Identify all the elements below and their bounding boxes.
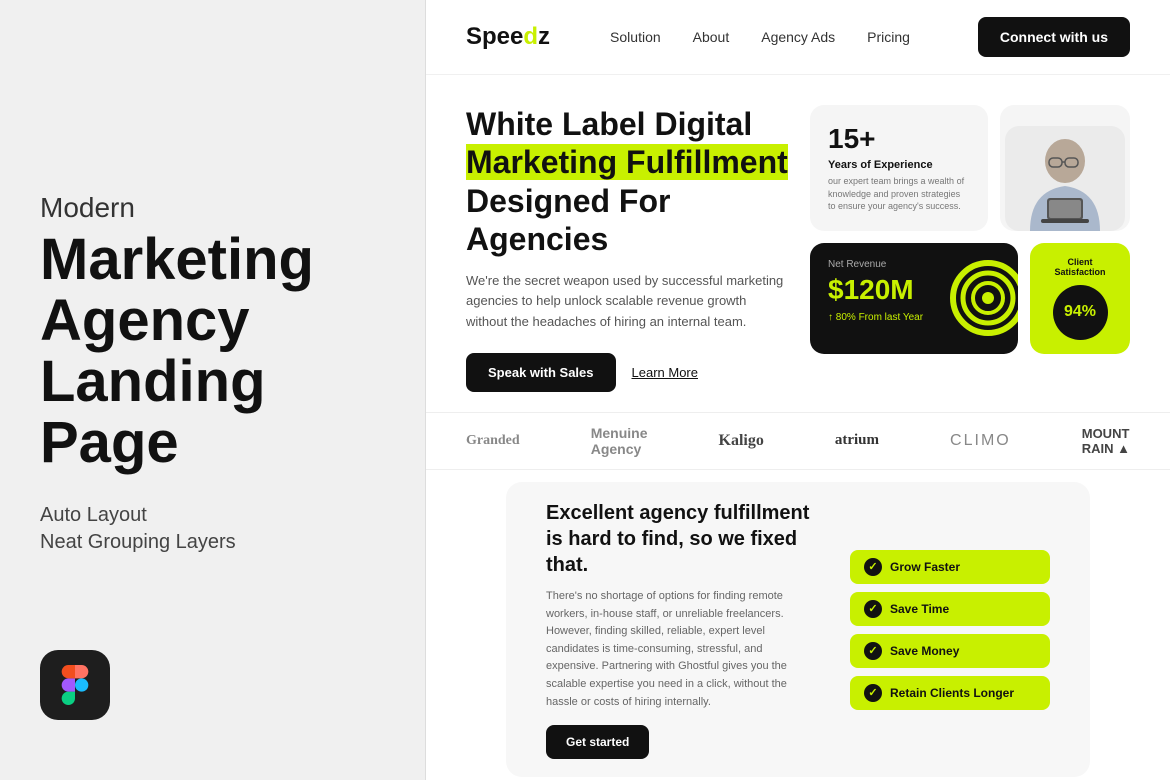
figma-icon	[40, 650, 110, 720]
nav-agency-ads[interactable]: Agency Ads	[761, 29, 835, 45]
speak-with-sales-button[interactable]: Speak with Sales	[466, 353, 616, 392]
feature-grouping: Neat Grouping Layers	[40, 531, 385, 554]
logo-highlight: d	[523, 23, 538, 50]
features-wrapper: Excellent agency fulfillment is hard to …	[426, 470, 1170, 780]
feature-retain-clients: ✓ Retain Clients Longer	[850, 676, 1050, 710]
brand-atrium: atrium	[835, 432, 879, 449]
left-panel: Modern Marketing Agency Landing Page Aut…	[0, 0, 425, 780]
hero-stats-top: 15+ Years of Experience our expert team …	[810, 105, 1130, 231]
satisfaction-label: Client Satisfaction	[1046, 257, 1114, 277]
nav-about[interactable]: About	[693, 29, 730, 45]
right-panel: Speedz Solution About Agency Ads Pricing…	[425, 0, 1170, 780]
stats-years-desc: our expert team brings a wealth of knowl…	[828, 175, 970, 213]
satisfaction-percent: 94%	[1064, 303, 1096, 321]
brand-mountrain: MOUNTRAIN ▲	[1082, 426, 1130, 456]
brands-section: Granded MenuineAgency Kaligo atrium CLIM…	[426, 412, 1170, 470]
left-title: Marketing Agency Landing Page	[40, 230, 385, 474]
features-desc: There's no shortage of options for findi…	[546, 588, 810, 711]
hero-stats-bottom: Net Revenue $120M ↑ 80% From last Year	[810, 243, 1130, 354]
hero-description: We're the secret weapon used by successf…	[466, 271, 790, 333]
left-features: Auto Layout Neat Grouping Layers	[40, 504, 385, 558]
stats-years-label: Years of Experience	[828, 159, 970, 171]
feature-save-time: ✓ Save Time	[850, 592, 1050, 626]
left-description: Modern Marketing Agency Landing Page Aut…	[40, 40, 385, 650]
stats-years-number: 15+	[828, 123, 970, 155]
nav-solution[interactable]: Solution	[610, 29, 661, 45]
hero-title: White Label Digital Marketing Fulfillmen…	[466, 105, 790, 259]
revenue-change-value: ↑ 80%	[828, 312, 856, 323]
hero-title-highlight: Marketing Fulfillment	[466, 144, 788, 180]
revenue-card: Net Revenue $120M ↑ 80% From last Year	[810, 243, 1018, 354]
check-icon-retain: ✓	[864, 684, 882, 702]
feature-auto-layout: Auto Layout	[40, 504, 385, 527]
nav-pricing[interactable]: Pricing	[867, 29, 910, 45]
features-left: Excellent agency fulfillment is hard to …	[546, 500, 810, 759]
features-right: ✓ Grow Faster ✓ Save Time ✓ Save Money ✓…	[850, 500, 1050, 759]
logo: Speedz	[466, 23, 550, 51]
features-section: Excellent agency fulfillment is hard to …	[506, 482, 1090, 777]
learn-more-link[interactable]: Learn More	[632, 365, 698, 380]
hero-left: White Label Digital Marketing Fulfillmen…	[466, 105, 790, 392]
hero-section: White Label Digital Marketing Fulfillmen…	[426, 75, 1170, 412]
person-card	[1000, 105, 1130, 231]
nav-links: Solution About Agency Ads Pricing	[610, 29, 978, 45]
left-subtitle: Modern	[40, 192, 385, 224]
spiral-icon	[948, 258, 1018, 338]
brand-granded: Granded	[466, 433, 520, 449]
feature-save-money: ✓ Save Money	[850, 634, 1050, 668]
check-icon-money: ✓	[864, 642, 882, 660]
feature-grow-faster: ✓ Grow Faster	[850, 550, 1050, 584]
left-bottom	[40, 650, 385, 740]
get-started-button[interactable]: Get started	[546, 725, 649, 759]
check-icon-time: ✓	[864, 600, 882, 618]
brand-climo: CLIMO	[950, 432, 1011, 450]
check-icon-grow: ✓	[864, 558, 882, 576]
hero-right: 15+ Years of Experience our expert team …	[810, 105, 1130, 354]
revenue-change-suffix: From last Year	[859, 312, 923, 323]
years-experience-card: 15+ Years of Experience our expert team …	[810, 105, 988, 231]
features-title: Excellent agency fulfillment is hard to …	[546, 500, 810, 578]
satisfaction-card: Client Satisfaction 94%	[1030, 243, 1130, 354]
satisfaction-circle: 94%	[1053, 285, 1108, 340]
connect-with-us-button[interactable]: Connect with us	[978, 17, 1130, 57]
brand-kaligo: Kaligo	[719, 432, 764, 450]
hero-buttons: Speak with Sales Learn More	[466, 353, 790, 392]
navbar: Speedz Solution About Agency Ads Pricing…	[426, 0, 1170, 75]
brand-menuine: MenuineAgency	[591, 425, 648, 457]
